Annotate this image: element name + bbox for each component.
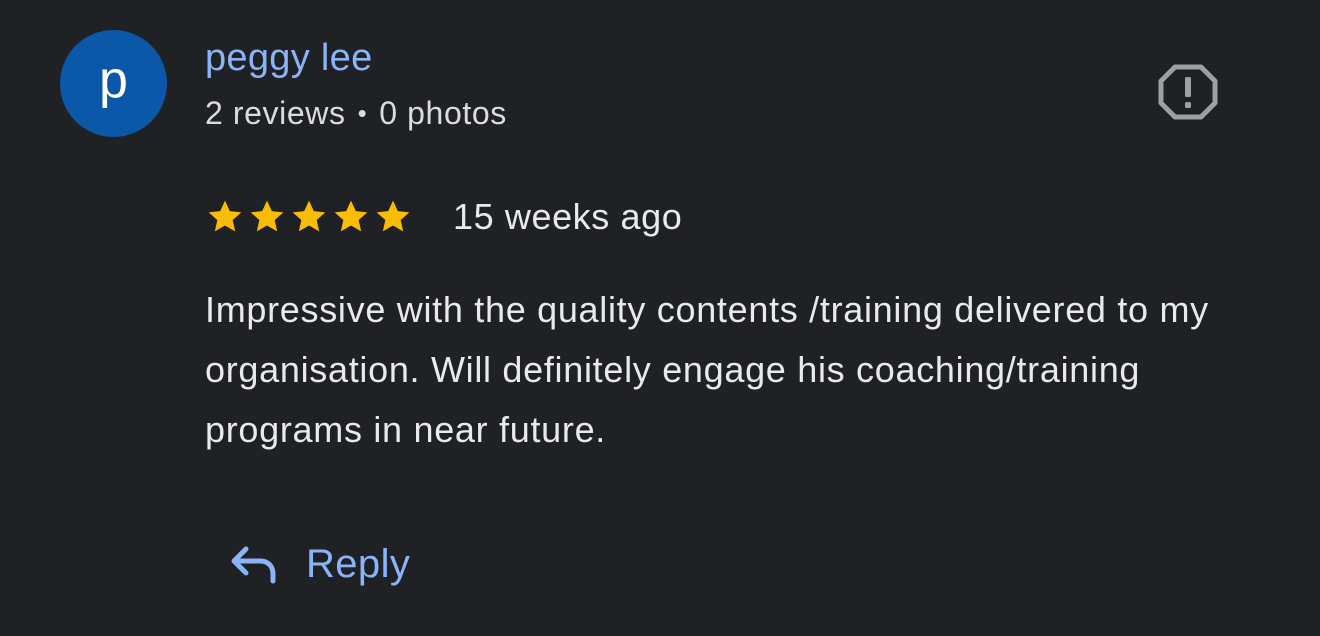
photo-count: 0 photos bbox=[379, 95, 507, 131]
reply-button[interactable]: Reply bbox=[228, 535, 410, 593]
review-count: 2 reviews bbox=[205, 95, 346, 131]
star-icon bbox=[208, 200, 242, 232]
reply-label: Reply bbox=[306, 541, 411, 586]
reviewer-name[interactable]: peggy lee bbox=[205, 37, 373, 80]
avatar[interactable]: p bbox=[60, 30, 167, 137]
avatar-letter: p bbox=[99, 50, 128, 109]
meta-separator: • bbox=[357, 98, 368, 128]
review-text: Impressive with the quality contents /tr… bbox=[205, 289, 1209, 450]
reply-arrow-icon bbox=[231, 546, 276, 584]
star-icon bbox=[376, 200, 410, 232]
report-octagon-icon bbox=[1158, 64, 1218, 120]
review-time: 15 weeks ago bbox=[453, 196, 683, 237]
reviewer-meta: 2 reviews • 0 photos bbox=[205, 95, 507, 132]
rating-row: 15 weeks ago bbox=[205, 194, 682, 240]
star-icon bbox=[250, 200, 284, 232]
report-button[interactable] bbox=[1157, 62, 1219, 122]
star-icon bbox=[292, 200, 326, 232]
star-icon bbox=[334, 200, 368, 232]
star-rating bbox=[205, 197, 413, 237]
